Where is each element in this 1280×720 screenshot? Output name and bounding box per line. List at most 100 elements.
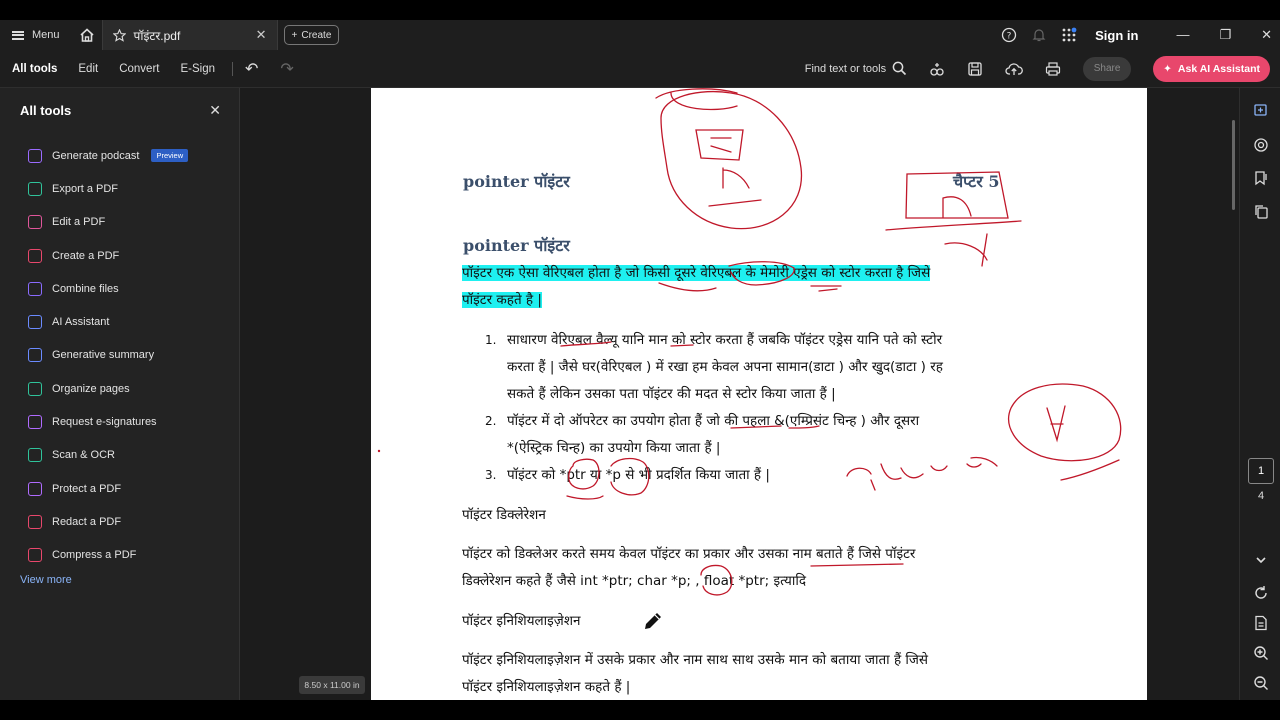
- declaration-line-2: डिक्लेरेशन कहते हैं जैसे int *ptr; char …: [462, 573, 807, 589]
- copilot-icon[interactable]: [1252, 136, 1270, 154]
- sign-in-button[interactable]: Sign in: [1095, 28, 1138, 43]
- home-icon: [79, 28, 94, 42]
- tool-item[interactable]: Organize pages: [0, 372, 239, 405]
- tool-icon: [28, 548, 42, 563]
- tool-icon: [28, 448, 42, 463]
- tool-label: Combine files: [52, 282, 119, 295]
- tool-icon: [28, 315, 42, 330]
- tool-item[interactable]: Scan & OCR: [0, 439, 239, 472]
- copy-pages-icon[interactable]: [1252, 203, 1270, 221]
- page-header-title: pointer पॉइंटर: [463, 172, 570, 191]
- tool-icon: [28, 348, 42, 363]
- title-bar: Menu पॉइंटर.pdf ✕ + Create ? Sign in — ❐…: [0, 20, 1280, 50]
- main-toolbar: All tools Edit Convert E-Sign ↶ ↷ Find t…: [0, 50, 1280, 88]
- ask-ai-label: Ask AI Assistant: [1177, 62, 1260, 75]
- list-text: पॉइंटर को *ptr या *p से भी प्रदर्शित किय…: [507, 467, 770, 483]
- tool-item[interactable]: Protect a PDF: [0, 472, 239, 505]
- search-icon: [892, 61, 907, 76]
- tool-item[interactable]: Edit a PDF: [0, 206, 239, 239]
- refresh-icon[interactable]: [1252, 584, 1270, 602]
- comment-add-icon[interactable]: [1252, 102, 1270, 120]
- declaration-heading: पॉइंटर डिक्लेरेशन: [462, 507, 546, 523]
- list-text: करता हैं | जैसे घर(वेरिएबल ) में रखा हम …: [507, 359, 943, 375]
- list-text: सकते हैं लेकिन उसका पता पॉइंटर की मदत से…: [507, 386, 836, 402]
- bell-icon[interactable]: [1031, 27, 1047, 43]
- print-icon[interactable]: [1045, 61, 1061, 77]
- tool-icon: [28, 281, 42, 296]
- pencil-icon: [645, 613, 661, 629]
- tool-label: Redact a PDF: [52, 515, 122, 528]
- tab-edit[interactable]: Edit: [78, 63, 98, 75]
- svg-text:?: ?: [1007, 32, 1012, 42]
- ask-ai-assistant-button[interactable]: ✦ Ask AI Assistant: [1153, 55, 1270, 82]
- restore-icon[interactable]: ❐: [1219, 27, 1231, 43]
- tool-icon: [28, 381, 42, 396]
- create-label: Create: [301, 29, 332, 41]
- tab-all-tools[interactable]: All tools: [12, 63, 57, 75]
- tool-item[interactable]: Redact a PDF: [0, 505, 239, 538]
- tab-convert[interactable]: Convert: [119, 63, 159, 75]
- intro-line-2: पॉइंटर कहते है |: [462, 292, 542, 308]
- initialization-line-1: पॉइंटर इनिशियलाइज़ेशन में उसके प्रकार और…: [462, 652, 929, 668]
- ai-tools-icon[interactable]: [929, 61, 945, 77]
- tool-item[interactable]: Export a PDF: [0, 172, 239, 205]
- tool-item[interactable]: Combine files: [0, 272, 239, 305]
- tool-icon: [28, 181, 42, 196]
- share-button[interactable]: Share: [1083, 56, 1132, 81]
- find-label: Find text or tools: [804, 62, 887, 75]
- tool-label: AI Assistant: [52, 316, 110, 329]
- close-window-icon[interactable]: ✕: [1261, 27, 1272, 43]
- current-page-box[interactable]: 1: [1248, 458, 1274, 484]
- tool-label: Generative summary: [52, 349, 155, 362]
- apps-grid-icon[interactable]: [1061, 27, 1077, 43]
- document-info-icon[interactable]: [1252, 614, 1270, 632]
- bookmark-icon[interactable]: [1252, 169, 1270, 187]
- create-button[interactable]: + Create: [283, 25, 340, 45]
- tool-label: Request e-signatures: [52, 416, 157, 429]
- zoom-in-icon[interactable]: [1252, 644, 1270, 662]
- document-viewer[interactable]: pointer पॉइंटर चैप्टर 5 pointer पॉइंटर प…: [240, 88, 1239, 700]
- close-tab-icon[interactable]: ✕: [256, 27, 267, 43]
- undo-icon[interactable]: ↶: [245, 59, 258, 79]
- star-icon[interactable]: [112, 28, 126, 42]
- document-tab[interactable]: पॉइंटर.pdf ✕: [101, 20, 278, 50]
- menu-label: Menu: [32, 29, 60, 41]
- menu-button[interactable]: Menu: [0, 20, 72, 50]
- list-text: साधारण वेरिएबल वैल्यू यानि मान को स्टोर …: [507, 332, 943, 348]
- redo-icon[interactable]: ↷: [280, 59, 293, 79]
- pdf-page[interactable]: pointer पॉइंटर चैप्टर 5 pointer पॉइंटर प…: [371, 88, 1147, 700]
- ai-sparkle-icon: ✦: [1163, 62, 1172, 75]
- tools-list: Generate podcast Preview Export a PDF Edit …: [0, 139, 239, 572]
- preview-badge: Preview: [151, 149, 189, 163]
- intro-paragraph: पॉइंटर एक ऐसा वेरिएबल होता है जो किसी दू…: [462, 260, 1032, 314]
- page-size-indicator: 8.50 x 11.00 in: [299, 676, 365, 694]
- initialization-paragraph: पॉइंटर इनिशियलाइज़ेशन में उसके प्रकार और…: [462, 647, 1032, 700]
- vertical-scrollbar[interactable]: [1232, 120, 1235, 210]
- tool-label: Compress a PDF: [52, 549, 137, 562]
- toolbar-divider: [232, 61, 234, 76]
- tool-icon: [28, 148, 42, 163]
- list-number: 3.: [485, 468, 497, 482]
- list-text: *(ऐस्ट्रिक चिन्ह) का उपयोग किया जाता हैं…: [507, 440, 721, 456]
- save-icon[interactable]: [967, 61, 983, 77]
- list-text: पॉइंटर में दो ऑपरेटर का उपयोग होता हैं ज…: [507, 413, 920, 429]
- tool-item[interactable]: Create a PDF: [0, 239, 239, 272]
- home-button[interactable]: [72, 20, 102, 50]
- minimize-icon[interactable]: —: [1176, 27, 1189, 43]
- tab-e-sign[interactable]: E-Sign: [180, 63, 215, 75]
- tool-item[interactable]: Generative summary: [0, 339, 239, 372]
- tool-item[interactable]: Request e-signatures: [0, 405, 239, 438]
- view-more-link[interactable]: View more: [0, 574, 239, 586]
- right-toolbar: 1 4: [1239, 88, 1280, 700]
- help-icon[interactable]: ?: [1001, 27, 1017, 43]
- close-panel-icon[interactable]: ✕: [209, 102, 221, 119]
- zoom-out-icon[interactable]: [1252, 674, 1270, 692]
- initialization-heading: पॉइंटर इनिशियलाइज़ेशन: [462, 613, 581, 629]
- cloud-upload-icon[interactable]: [1005, 61, 1023, 77]
- tool-item[interactable]: Compress a PDF: [0, 539, 239, 572]
- chevron-down-icon[interactable]: [1252, 551, 1270, 569]
- tool-icon: [28, 248, 42, 263]
- tool-item[interactable]: Generate podcast Preview: [0, 139, 239, 172]
- tool-item[interactable]: AI Assistant: [0, 305, 239, 338]
- find-text-button[interactable]: Find text or tools: [805, 61, 907, 76]
